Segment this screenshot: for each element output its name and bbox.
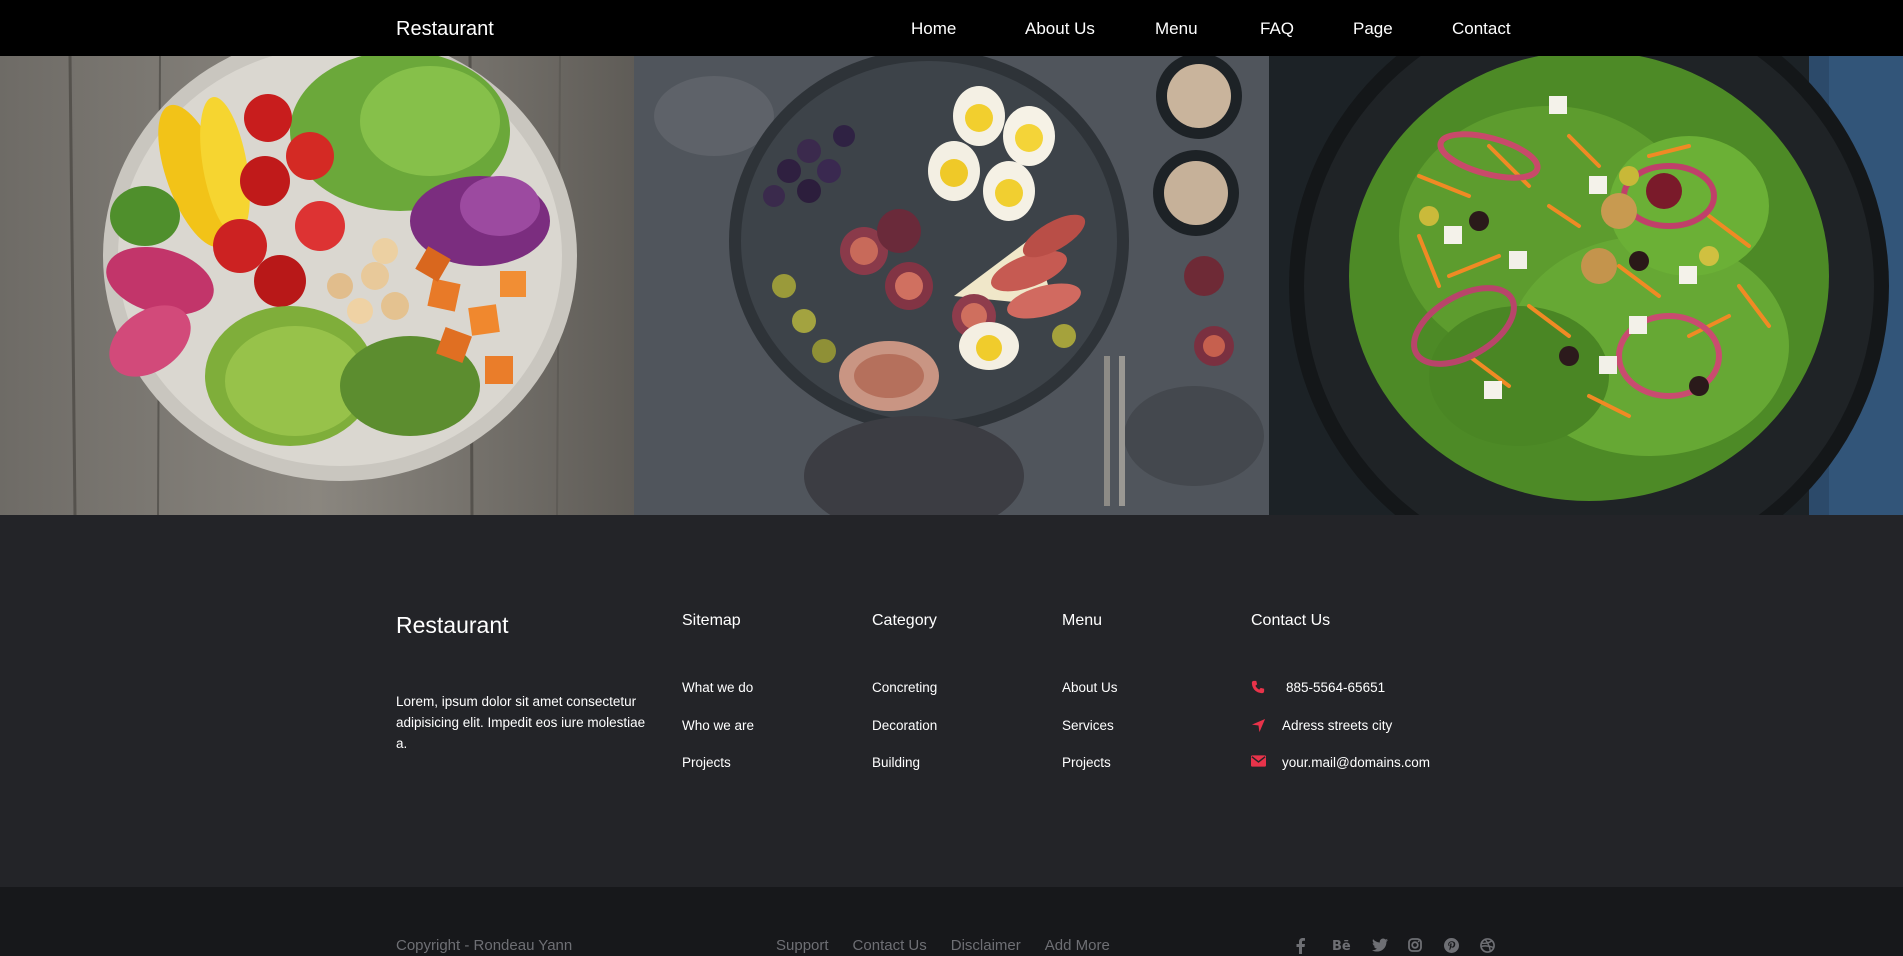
footer-link-building[interactable]: Building [872, 755, 937, 793]
nav-item-faq[interactable]: FAQ [1260, 19, 1353, 41]
brand-logo[interactable]: Restaurant [396, 18, 494, 41]
contact-phone[interactable]: 885-5564-65651 [1251, 680, 1430, 718]
site-footer: Restaurant Lorem, ipsum dolor sit amet c… [0, 515, 1903, 887]
main-nav: Home About Us Menu FAQ Page Contact [911, 19, 1522, 41]
social-links: Bē [1296, 938, 1516, 954]
footer-contact-column: Contact Us 885-5564-65651 Adress streets… [1251, 612, 1430, 793]
footer-link-what-we-do[interactable]: What we do [682, 680, 754, 718]
bottom-link-support[interactable]: Support [776, 937, 829, 954]
footer-menu-heading: Menu [1062, 612, 1103, 629]
bottom-bar: Copyright - Rondeau Yann Support Contact… [0, 887, 1903, 956]
behance-icon[interactable]: Bē [1332, 938, 1354, 954]
footer-sitemap-heading: Sitemap [682, 612, 741, 629]
footer-category-heading: Category [872, 612, 937, 629]
dribbble-icon[interactable] [1480, 938, 1498, 954]
nav-item-about-us[interactable]: About Us [1025, 19, 1155, 41]
footer-about-text: Lorem, ipsum dolor sit amet consectetur … [396, 694, 646, 751]
footer-link-menu-projects[interactable]: Projects [1062, 755, 1118, 793]
copyright-text: Copyright - Rondeau Yann [396, 937, 573, 954]
top-navbar: Restaurant Home About Us Menu FAQ Page C… [0, 0, 1903, 56]
nav-item-home[interactable]: Home [911, 19, 1025, 41]
bottom-link-disclaimer[interactable]: Disclaimer [951, 937, 1021, 954]
bottom-links: Support Contact Us Disclaimer Add More [776, 937, 1134, 954]
svg-text:Bē: Bē [1332, 939, 1351, 952]
footer-menu-column: Menu About Us Services Projects [1062, 612, 1118, 793]
footer-link-decoration[interactable]: Decoration [872, 718, 937, 756]
contact-phone-text: 885-5564-65651 [1286, 680, 1386, 695]
contact-address[interactable]: Adress streets city [1251, 718, 1430, 756]
footer-contact-heading: Contact Us [1251, 612, 1331, 629]
footer-link-about-us[interactable]: About Us [1062, 680, 1118, 718]
location-arrow-icon [1251, 718, 1269, 734]
pinterest-icon[interactable] [1444, 938, 1462, 954]
nav-item-contact[interactable]: Contact [1452, 19, 1522, 41]
footer-sitemap-column: Sitemap What we do Who we are Projects [682, 612, 754, 793]
footer-link-who-we-are[interactable]: Who we are [682, 718, 754, 756]
bottom-link-contact-us[interactable]: Contact Us [853, 937, 927, 954]
green-salad-photo [1269, 56, 1903, 515]
bottom-link-add-more[interactable]: Add More [1045, 937, 1110, 954]
vegetable-bowl-photo [0, 56, 634, 515]
contact-address-text: Adress streets city [1282, 717, 1393, 733]
contact-email-text: your.mail@domains.com [1282, 755, 1431, 770]
twitter-icon[interactable] [1372, 938, 1390, 954]
food-gallery [0, 56, 1903, 515]
contact-email[interactable]: your.mail@domains.com [1251, 755, 1430, 793]
footer-link-services[interactable]: Services [1062, 718, 1118, 756]
facebook-icon[interactable] [1296, 938, 1314, 954]
charcuterie-platter-photo [634, 56, 1269, 515]
footer-link-concreting[interactable]: Concreting [872, 680, 937, 718]
footer-brand[interactable]: Restaurant [396, 612, 509, 639]
nav-item-menu[interactable]: Menu [1155, 19, 1260, 41]
phone-icon [1251, 680, 1269, 696]
instagram-icon[interactable] [1408, 938, 1426, 954]
nav-item-page[interactable]: Page [1353, 19, 1452, 41]
footer-category-column: Category Concreting Decoration Building [872, 612, 937, 793]
envelope-icon [1251, 755, 1269, 771]
footer-link-projects[interactable]: Projects [682, 755, 754, 793]
